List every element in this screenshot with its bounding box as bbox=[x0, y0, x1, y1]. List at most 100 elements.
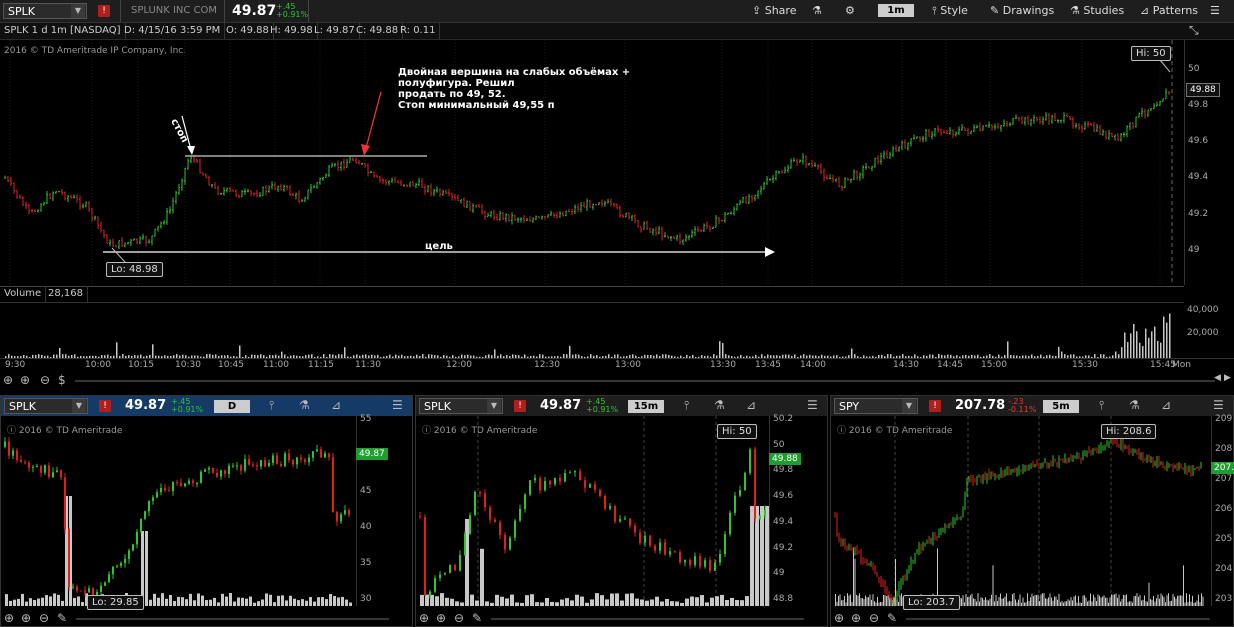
candle bbox=[176, 479, 178, 486]
candle bbox=[502, 212, 504, 221]
style-icon[interactable]: ⫯ bbox=[1099, 398, 1104, 413]
flask-icon[interactable]: ⚗ bbox=[1129, 398, 1140, 412]
scroll-left-icon[interactable]: ◀ bbox=[1214, 373, 1221, 383]
alert-flag-icon[interactable]: ! bbox=[929, 400, 941, 412]
volume-bar bbox=[1139, 595, 1141, 606]
volume-bar bbox=[899, 595, 901, 606]
collapse-icon[interactable]: ⤡ bbox=[1189, 23, 1209, 39]
zoom-out-icon[interactable]: ⊖ bbox=[40, 373, 50, 387]
menu-icon[interactable]: ☰ bbox=[1210, 0, 1220, 22]
zoom-out-icon[interactable]: ⊖ bbox=[39, 611, 49, 625]
patterns-button[interactable]: ⊿ Patterns bbox=[1140, 0, 1198, 22]
candle bbox=[538, 216, 540, 219]
volume-bar bbox=[1162, 595, 1163, 606]
candle bbox=[152, 494, 154, 505]
pencil-icon[interactable]: ✎ bbox=[57, 611, 67, 625]
candle bbox=[877, 155, 879, 165]
chevron-down-icon[interactable]: ▼ bbox=[71, 4, 85, 18]
alert-flag-icon[interactable]: ! bbox=[99, 400, 111, 412]
candle bbox=[658, 225, 660, 235]
mini-price-chart[interactable] bbox=[831, 416, 1233, 606]
volume-bar bbox=[1139, 342, 1141, 358]
mini-axis-label: 49.2 bbox=[773, 542, 794, 553]
volume-bar bbox=[37, 598, 40, 606]
drawings-button[interactable]: ✎ Drawings bbox=[990, 0, 1054, 22]
pencil-icon[interactable]: ✎ bbox=[887, 611, 897, 625]
mini-timeframe-button[interactable]: 15m bbox=[628, 400, 664, 413]
patterns-icon[interactable]: ⊿ bbox=[1161, 398, 1171, 412]
candle bbox=[505, 213, 507, 223]
crosshair-icon[interactable]: ⊕ bbox=[4, 611, 14, 625]
scrollbar[interactable] bbox=[906, 618, 1210, 620]
menu-icon[interactable]: ☰ bbox=[392, 398, 403, 412]
mini-price-chart[interactable] bbox=[416, 416, 827, 606]
candle bbox=[742, 196, 744, 204]
candle bbox=[553, 212, 555, 218]
zoom-icon[interactable]: ⊕ bbox=[21, 611, 31, 625]
gear-icon[interactable]: ⚙ bbox=[845, 0, 855, 22]
candle bbox=[787, 164, 789, 173]
volume-bar bbox=[59, 348, 61, 358]
chevron-down-icon[interactable]: ▼ bbox=[72, 399, 86, 413]
scrollbar[interactable] bbox=[75, 380, 1215, 382]
candle bbox=[140, 518, 142, 534]
candle bbox=[148, 239, 150, 244]
volume-bar bbox=[1121, 347, 1123, 358]
studies-button[interactable]: ⚗ Studies bbox=[1070, 0, 1124, 22]
alert-flag-icon[interactable]: ! bbox=[514, 400, 526, 412]
pencil-icon[interactable]: ✎ bbox=[472, 611, 482, 625]
scroll-right-icon[interactable]: ▶ bbox=[1224, 373, 1231, 383]
volume-bar bbox=[1066, 601, 1067, 606]
chevron-down-icon[interactable]: ▼ bbox=[902, 399, 916, 413]
timeframe-button[interactable]: 1m bbox=[878, 4, 914, 17]
style-icon[interactable]: ⫯ bbox=[684, 398, 689, 413]
dollar-icon[interactable]: $ bbox=[58, 373, 66, 387]
time-axis-label: 9:30 bbox=[5, 360, 26, 370]
menu-icon[interactable]: ☰ bbox=[807, 398, 818, 412]
patterns-icon[interactable]: ⊿ bbox=[746, 398, 756, 412]
style-button[interactable]: ⫯ Style bbox=[932, 0, 968, 22]
volume-bar bbox=[450, 598, 454, 606]
candle bbox=[655, 226, 657, 236]
scrollbar[interactable] bbox=[76, 618, 389, 620]
candle bbox=[1024, 117, 1026, 126]
crosshair-icon[interactable]: ⊕ bbox=[834, 611, 844, 625]
zoom-icon[interactable]: ⊕ bbox=[851, 611, 861, 625]
alert-flag-icon[interactable]: ! bbox=[98, 5, 110, 17]
crosshair-icon[interactable]: ⊕ bbox=[419, 611, 429, 625]
volume-bar bbox=[838, 595, 839, 606]
mini-price-chart[interactable] bbox=[1, 416, 412, 606]
patterns-icon[interactable]: ⊿ bbox=[331, 398, 341, 412]
mini-symbol-selector[interactable]: SPLK ▼ bbox=[4, 398, 88, 414]
mini-symbol-selector[interactable]: SPY ▼ bbox=[834, 398, 918, 414]
mini-symbol-selector[interactable]: SPLK ▼ bbox=[419, 398, 503, 414]
symbol-selector[interactable]: SPLK ▼ bbox=[3, 3, 87, 19]
candle bbox=[1156, 101, 1158, 107]
flask-icon[interactable]: ⚗ bbox=[812, 0, 822, 22]
volume-bar bbox=[545, 597, 549, 606]
chevron-down-icon[interactable]: ▼ bbox=[487, 399, 501, 413]
zoom-icon[interactable]: ⊕ bbox=[20, 373, 30, 387]
zoom-out-icon[interactable]: ⊖ bbox=[454, 611, 464, 625]
candle bbox=[712, 226, 714, 229]
volume-bar bbox=[854, 558, 856, 606]
mini-timeframe-button[interactable]: D bbox=[214, 400, 250, 413]
menu-icon[interactable]: ☰ bbox=[1213, 398, 1224, 412]
volume-bar bbox=[887, 595, 889, 606]
candle bbox=[154, 228, 156, 237]
zoom-icon[interactable]: ⊕ bbox=[436, 611, 446, 625]
crosshair-icon[interactable]: ⊕ bbox=[3, 373, 13, 387]
flask-icon[interactable]: ⚗ bbox=[714, 398, 725, 412]
style-icon[interactable]: ⫯ bbox=[269, 398, 274, 413]
share-button[interactable]: ⇪ Share bbox=[752, 0, 796, 22]
zoom-out-icon[interactable]: ⊖ bbox=[869, 611, 879, 625]
mini-timeframe-button[interactable]: 5m bbox=[1043, 400, 1079, 413]
volume-bar bbox=[1183, 565, 1184, 606]
candle bbox=[706, 221, 708, 230]
candle bbox=[865, 163, 867, 170]
scrollbar[interactable] bbox=[491, 618, 804, 620]
candle bbox=[529, 216, 531, 222]
flask-icon[interactable]: ⚗ bbox=[299, 398, 310, 412]
candle bbox=[248, 454, 250, 466]
volume-bar bbox=[1049, 593, 1051, 606]
